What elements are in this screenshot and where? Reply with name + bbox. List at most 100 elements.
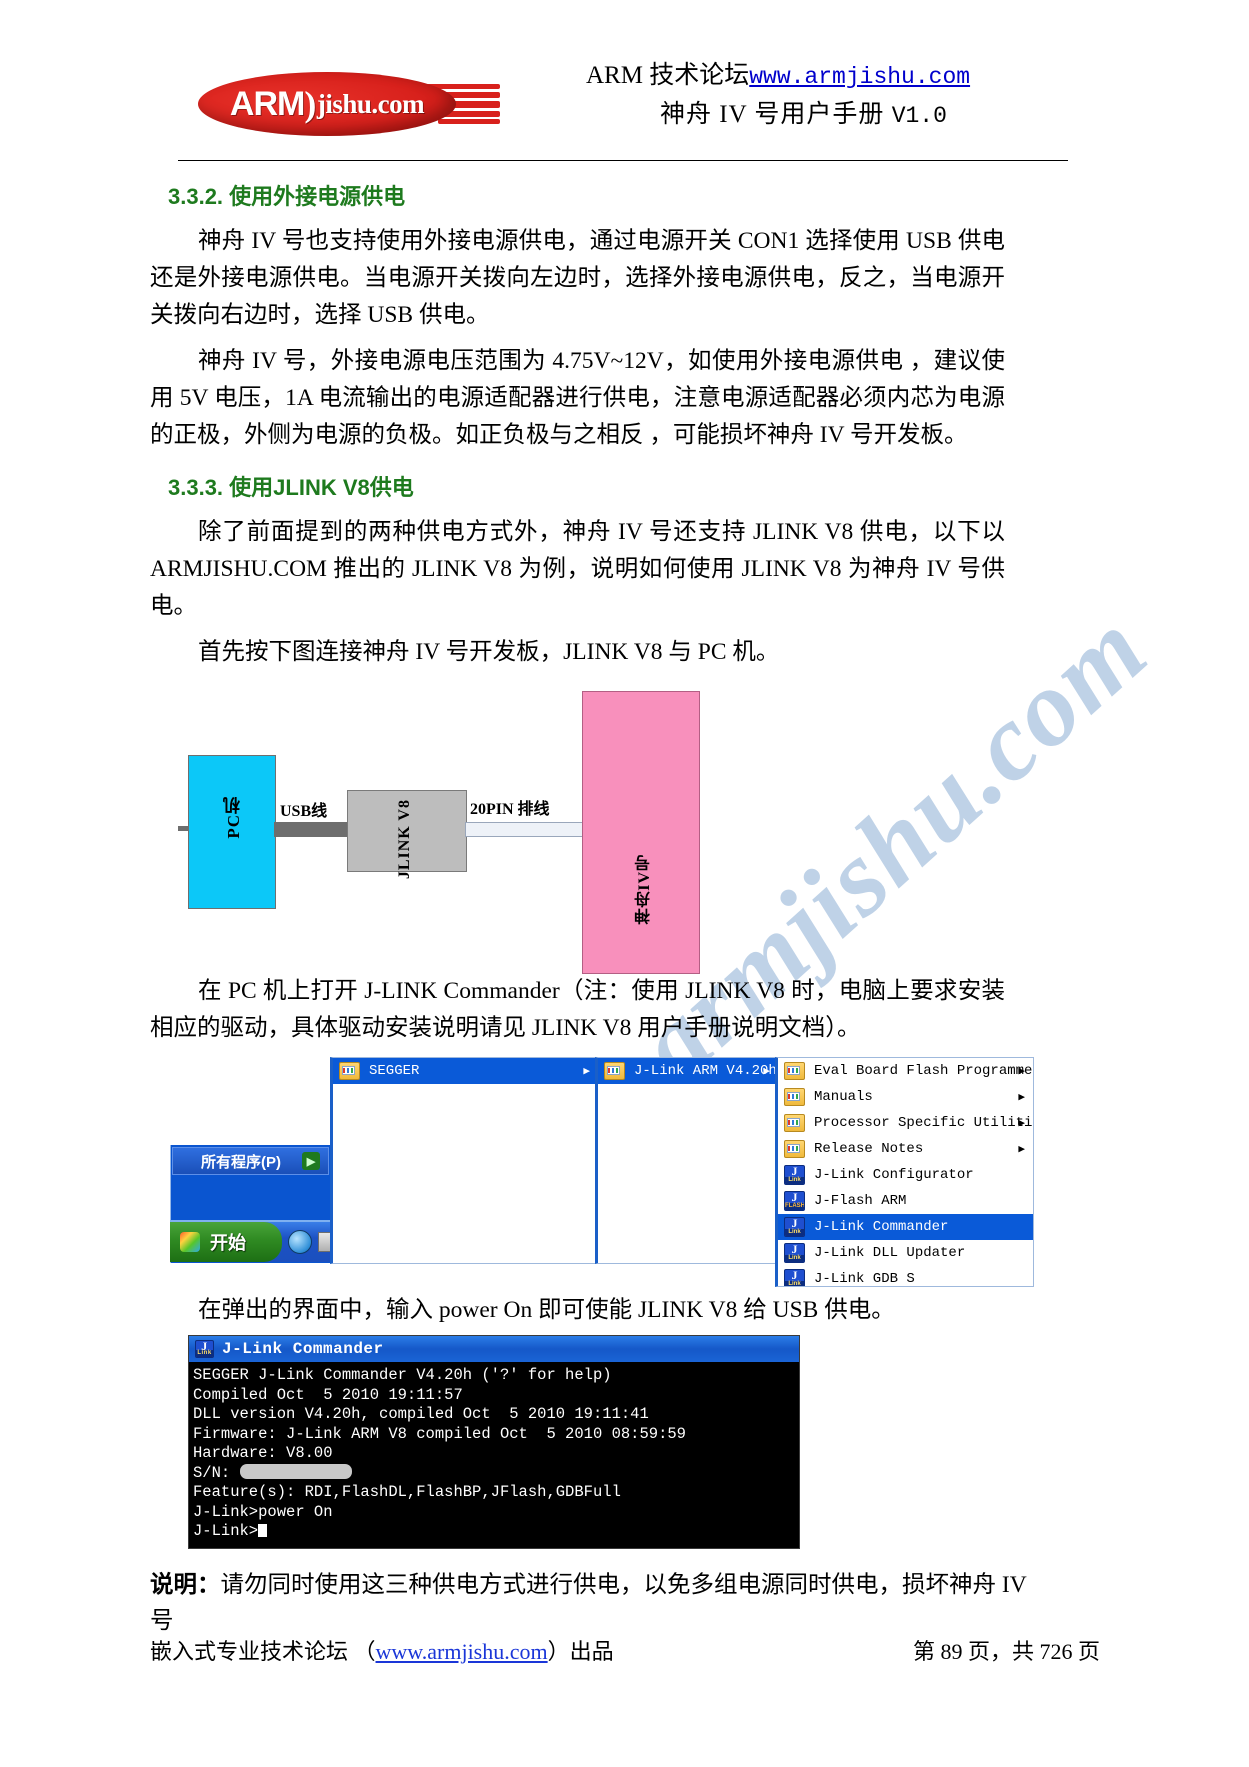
jlink-icon: J Link xyxy=(784,1217,805,1237)
folder-icon xyxy=(339,1062,360,1080)
jlink-commander-window: J Link J-Link Commander SEGGER J-Link Com… xyxy=(188,1335,800,1549)
folder-icon xyxy=(784,1088,805,1106)
jlink-icon-letter: J xyxy=(791,1191,798,1204)
console-line-7: Feature(s): RDI,FlashDL,FlashBP,JFlash,G… xyxy=(193,1483,621,1501)
jlink-arm-menu-panel: J-Link ARM V4.20h ▶ xyxy=(595,1057,779,1264)
menu-item-jlink-arm-label: J-Link ARM V4.20h xyxy=(634,1063,777,1079)
diagram-ribbon-label: 20PIN 排线 xyxy=(470,801,550,818)
folder-icon xyxy=(604,1062,625,1080)
note-label: 说明： xyxy=(150,1571,221,1598)
jlink-icon-sublabel: Link xyxy=(785,1229,804,1236)
folder-icon xyxy=(784,1140,805,1158)
start-button[interactable]: 开始 xyxy=(170,1222,282,1262)
taskbar-browser-icon[interactable] xyxy=(288,1230,312,1254)
menu-item[interactable]: J Link J-Link Commander xyxy=(778,1214,1033,1240)
start-menu-screenshot: 所有程序(P) ▶ 开始 SEGGER ▶ J-Link ARM V4.20h … xyxy=(150,1057,1050,1292)
console-prompt: J-Link> xyxy=(193,1522,259,1540)
note-block: 说明：请勿同时使用这三种供电方式进行供电，以免多组电源同时供电，损坏神舟 IV … xyxy=(150,1567,1030,1639)
all-programs-label: 所有程序(P) xyxy=(201,1153,281,1171)
diagram-ribbon-cable xyxy=(465,822,585,837)
chevron-right-icon: ▶ xyxy=(1018,1144,1025,1156)
menu-item-label: Processor Specific Utilities xyxy=(814,1115,1034,1131)
menu-item[interactable]: Processor Specific Utilities ▶ xyxy=(778,1110,1033,1136)
jlink-icon: J Link xyxy=(784,1165,805,1185)
menu-item[interactable]: Eval Board Flash Programmers ▶ xyxy=(778,1058,1033,1084)
diagram-usb-cable xyxy=(274,822,348,837)
diagram-board-box: 神舟IV号 xyxy=(582,691,700,974)
console-line-3: DLL version V4.20h, compiled Oct 5 2010 … xyxy=(193,1405,649,1423)
menu-item-label: Release Notes xyxy=(814,1141,924,1157)
section-3-3-2-paragraph-2: 神舟 IV 号，外接电源电压范围为 4.75V~12V，如使用外接电源供电 ，建… xyxy=(150,348,1005,448)
section-heading-3-3-3: 3.3.3. 使用JLINK V8供电 xyxy=(168,475,414,500)
armjishu-logo: ARM) jishu.com xyxy=(198,68,500,142)
header-manual-line: 神舟 IV 号用户手册 V1.0 xyxy=(538,95,1068,136)
menu-item-segger[interactable]: SEGGER ▶ xyxy=(333,1058,598,1084)
diagram-board-label: 神舟IV号 xyxy=(636,854,653,925)
menu-item-label: J-Flash ARM xyxy=(814,1193,907,1209)
section-3-3-2-paragraph-1: 神舟 IV 号也支持使用外接电源供电，通过电源开关 CON1 选择使用 USB … xyxy=(150,228,1005,328)
jlink-icon: J Link xyxy=(195,1340,214,1358)
segger-menu-panel: SEGGER ▶ xyxy=(330,1057,599,1264)
console-serial-redacted xyxy=(239,1463,352,1479)
diagram-usb-cable-label: USB线 xyxy=(280,803,328,820)
menu-item-label: J-Link DLL Updater xyxy=(814,1245,966,1261)
section-3-3-3-paragraph-1: 除了前面提到的两种供电方式外，神舟 IV 号还支持 JLINK V8 供电，以下… xyxy=(150,519,1005,619)
footer-left-suffix: ）出品 xyxy=(547,1639,614,1664)
logo-paren: ) xyxy=(304,84,316,124)
console-line-5: Hardware: V8.00 xyxy=(193,1444,333,1462)
section-3-3-3-paragraph-2: 首先按下图连接神舟 IV 号开发板，JLINK V8 与 PC 机。 xyxy=(198,639,780,665)
logo-wordmark: ARM) jishu.com xyxy=(198,68,456,140)
console-line-2: Compiled Oct 5 2010 19:11:57 xyxy=(193,1385,463,1404)
jlink-commander-titlebar: J Link J-Link Commander xyxy=(189,1336,799,1362)
jlink-icon-sublabel: Link xyxy=(785,1177,804,1184)
footer-left-prefix: 嵌入式专业技术论坛 （ xyxy=(150,1639,376,1664)
diagram-jlink-box: JLINK V8 xyxy=(347,790,467,879)
menu-item-jlink-arm[interactable]: J-Link ARM V4.20h ▶ xyxy=(598,1058,778,1084)
section-heading-3-3-2: 3.3.2. 使用外接电源供电 xyxy=(168,184,406,209)
header-forum-line: ARM 技术论坛www.armjishu.com xyxy=(538,58,1068,95)
menu-item[interactable]: J FLASH J-Flash ARM xyxy=(778,1188,1033,1214)
header-manual-title: 神舟 IV 号用户手册 xyxy=(660,101,885,128)
header-forum-label: ARM 技术论坛 xyxy=(586,62,750,89)
menu-item[interactable]: Release Notes ▶ xyxy=(778,1136,1033,1162)
chevron-right-icon: ▶ xyxy=(1018,1066,1025,1078)
footer-url[interactable]: www.armjishu.com xyxy=(376,1639,548,1664)
menu-item[interactable]: J Link J-Link DLL Updater xyxy=(778,1240,1033,1266)
menu-item-segger-label: SEGGER xyxy=(369,1063,420,1079)
console-line-1: SEGGER J-Link Commander V4.20h ('?' for … xyxy=(193,1366,612,1384)
jlink-icon-letter: J xyxy=(791,1217,798,1230)
diagram-pc-box: PC机 xyxy=(188,755,276,909)
all-programs-arrow-icon: ▶ xyxy=(302,1152,320,1170)
console-serial-label: S/N: xyxy=(193,1463,240,1482)
menu-item-label: J-Link GDB S xyxy=(814,1271,915,1287)
jlink-icon: J Link xyxy=(784,1269,805,1286)
header-titles: ARM 技术论坛www.armjishu.com 神舟 IV 号用户手册 V1.… xyxy=(538,58,1068,136)
chevron-right-icon: ▶ xyxy=(763,1066,770,1078)
jlink-commander-console-output[interactable]: SEGGER J-Link Commander V4.20h ('?' for … xyxy=(189,1362,799,1548)
jflash-icon: J FLASH xyxy=(784,1191,805,1211)
jlink-icon: J Link xyxy=(784,1243,805,1263)
menu-item-label: Eval Board Flash Programmers xyxy=(814,1063,1034,1079)
menu-item[interactable]: Manuals ▶ xyxy=(778,1084,1033,1110)
menu-item[interactable]: J Link J-Link Configurator xyxy=(778,1162,1033,1188)
page-footer: 嵌入式专业技术论坛 （www.armjishu.com）出品 第 89 页，共 … xyxy=(150,1634,1100,1666)
jlink-commander-title-text: J-Link Commander xyxy=(222,1340,384,1358)
jlink-icon-sublabel: Link xyxy=(785,1281,804,1286)
section-3-3-3-paragraph-3: 在 PC 机上打开 J-LINK Commander（注：使用 JLINK V8… xyxy=(150,978,1005,1041)
menu-item-label: J-Link Commander xyxy=(814,1219,949,1235)
folder-icon xyxy=(784,1062,805,1080)
chevron-right-icon: ▶ xyxy=(583,1066,590,1078)
menu-item[interactable]: J Link J-Link GDB S xyxy=(778,1266,1033,1287)
footer-left: 嵌入式专业技术论坛 （www.armjishu.com）出品 xyxy=(150,1634,614,1666)
jlink-submenu-panel: Eval Board Flash Programmers ▶ Manuals ▶ Pro… xyxy=(775,1057,1034,1287)
document-page: www.armjishu.com ARM) jishu.com ARM 技术论坛w… xyxy=(0,0,1249,1767)
windows-flag-icon xyxy=(180,1232,200,1252)
jlink-icon-sublabel: FLASH xyxy=(785,1203,805,1210)
diagram-jlink-label: JLINK V8 xyxy=(396,799,413,880)
jlink-icon-sublabel: Link xyxy=(785,1255,804,1262)
header-forum-url[interactable]: www.armjishu.com xyxy=(749,64,970,90)
section-3-3-3-paragraph-4: 在弹出的界面中，输入 power On 即可使能 JLINK V8 给 USB … xyxy=(198,1297,895,1323)
windows-taskbar: 开始 xyxy=(170,1220,336,1262)
all-programs-button[interactable]: 所有程序(P) ▶ xyxy=(172,1147,329,1175)
menu-item-label: Manuals xyxy=(814,1089,873,1105)
